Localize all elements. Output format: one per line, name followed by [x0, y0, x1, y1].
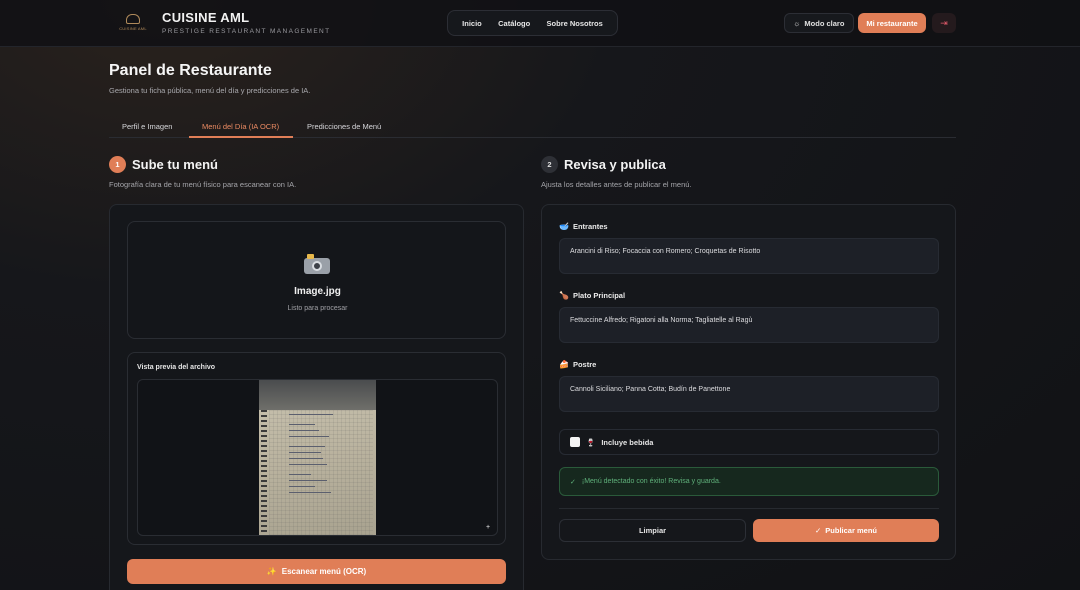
logo-text: CUISINE AML	[119, 25, 147, 31]
postre-label: 🍰 Postre	[559, 360, 596, 369]
drumstick-icon: 🍗	[559, 291, 569, 300]
actions-divider	[559, 508, 939, 509]
file-status: Listo para procesar	[287, 305, 348, 312]
sparkles-icon: ✨	[266, 567, 277, 576]
upload-section-header: 1 Sube tu menú	[109, 156, 218, 173]
brand-title: CUISINE AML	[162, 9, 250, 25]
drink-option-row[interactable]: 🍷 Incluye bebida	[559, 429, 939, 455]
tab-predicciones[interactable]: Predicciones de Menú	[307, 122, 381, 131]
theme-toggle-button[interactable]: ☼ Modo claro	[784, 13, 854, 33]
publish-menu-button[interactable]: ✓ Publicar menú	[753, 519, 939, 542]
plus-icon: +	[486, 524, 491, 531]
review-section-subtitle: Ajusta los detalles antes de publicar el…	[541, 180, 692, 189]
my-restaurant-button[interactable]: Mi restaurante	[858, 13, 926, 33]
checkmark-icon: ✓	[815, 526, 822, 535]
postre-field[interactable]: Cannoli Siciliano; Panna Cotta; Budín de…	[559, 376, 939, 412]
file-name: Image.jpg	[294, 286, 341, 297]
scan-menu-button[interactable]: ✨ Escanear menú (OCR)	[127, 559, 506, 584]
top-navbar: CUISINE AML CUISINE AML PRESTIGE RESTAUR…	[0, 0, 1080, 47]
plato-principal-label: 🍗 Plato Principal	[559, 291, 625, 300]
file-dropzone[interactable]: Image.jpg Listo para procesar	[127, 221, 506, 339]
tab-perfil-imagen[interactable]: Perfil e Imagen	[122, 122, 172, 131]
success-message: ¡Menú detectado con éxito! Revisa y guar…	[581, 478, 721, 485]
clear-button[interactable]: Limpiar	[559, 519, 746, 542]
menu-photo-preview: +	[259, 380, 490, 535]
logout-icon: ⇥	[940, 17, 948, 28]
camera-icon	[304, 254, 330, 274]
page-subtitle: Gestiona tu ficha pública, menú del día …	[109, 86, 311, 95]
upload-section-title: Sube tu menú	[132, 157, 218, 172]
tab-bar: Perfil e Imagen Menú del Día (IA OCR) Pr…	[109, 118, 956, 138]
active-tab-indicator	[189, 136, 293, 138]
sun-icon: ☼	[793, 18, 801, 28]
logout-button[interactable]: ⇥	[932, 13, 956, 33]
step-badge-2: 2	[541, 156, 558, 173]
brand-subtitle: PRESTIGE RESTAURANT MANAGEMENT	[162, 27, 331, 35]
chef-hat-logo-icon: CUISINE AML	[118, 9, 148, 35]
entrantes-label: 🥣 Entrantes	[559, 222, 608, 231]
nav-item-inicio[interactable]: Inicio	[462, 19, 482, 28]
review-section-title: Revisa y publica	[564, 157, 666, 172]
preview-label: Vista previa del archivo	[137, 364, 216, 371]
drink-checkbox[interactable]	[570, 437, 580, 447]
check-icon: ✓	[570, 478, 576, 486]
cake-icon: 🍰	[559, 360, 569, 369]
publish-menu-label: Publicar menú	[825, 526, 877, 535]
nav-item-sobre-nosotros[interactable]: Sobre Nosotros	[547, 19, 603, 28]
postre-label-text: Postre	[572, 360, 597, 369]
plato-principal-label-text: Plato Principal	[572, 291, 626, 300]
review-section-header: 2 Revisa y publica	[541, 156, 666, 173]
page-title: Panel de Restaurante	[109, 62, 272, 79]
drink-label: Incluye bebida	[601, 437, 654, 447]
entrantes-label-text: Entrantes	[572, 222, 608, 231]
bowl-icon: 🥣	[559, 222, 569, 231]
wine-glass-icon: 🍷	[586, 437, 596, 447]
scan-menu-label: Escanear menú (OCR)	[281, 567, 367, 576]
preview-frame: +	[137, 379, 498, 536]
step-badge-1: 1	[109, 156, 126, 173]
file-preview-panel: Vista previa del archivo +	[127, 352, 506, 545]
tab-menu-del-dia[interactable]: Menú del Día (IA OCR)	[202, 122, 279, 131]
upload-section-subtitle: Fotografía clara de tu menú físico para …	[109, 180, 297, 189]
plato-principal-field[interactable]: Fettuccine Alfredo; Rigatoni alla Norma;…	[559, 307, 939, 343]
success-alert: ✓ ¡Menú detectado con éxito! Revisa y gu…	[559, 467, 939, 496]
nav-item-catalogo[interactable]: Catálogo	[498, 19, 530, 28]
brand[interactable]: CUISINE AML CUISINE AML PRESTIGE RESTAUR…	[118, 9, 331, 35]
theme-toggle-label: Modo claro	[804, 18, 845, 28]
main-nav: Inicio Catálogo Sobre Nosotros	[447, 10, 618, 36]
entrantes-field[interactable]: Arancini di Riso; Focaccia con Romero; C…	[559, 238, 939, 274]
